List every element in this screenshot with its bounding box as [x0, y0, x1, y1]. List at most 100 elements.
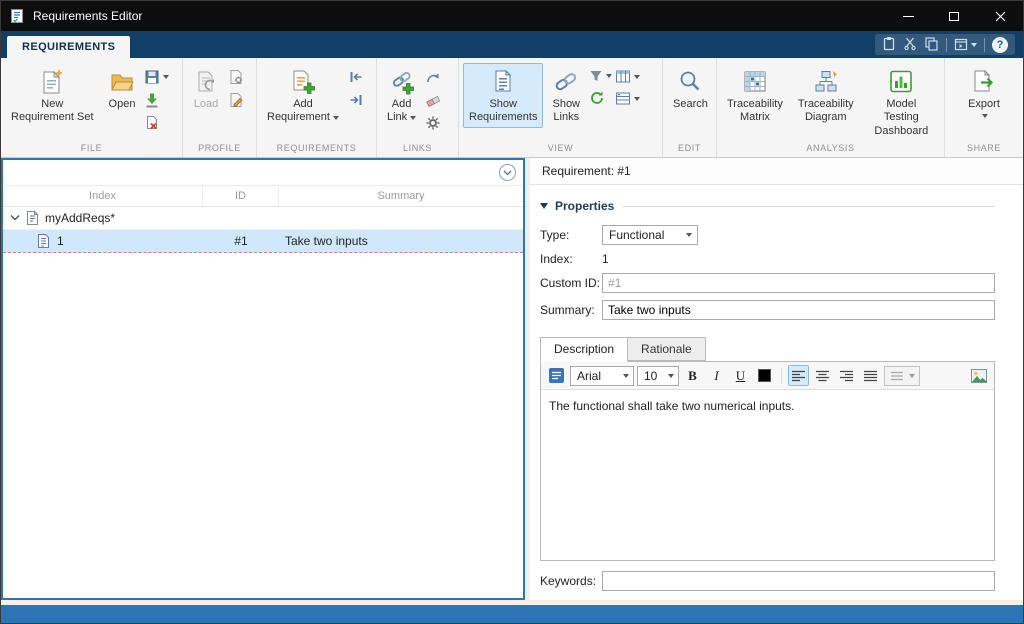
- requirement-summary-value: Take two inputs: [285, 234, 368, 248]
- rich-text-toolbar: Arial 10 B I U: [541, 362, 994, 390]
- requirement-set-name: myAddReqs*: [45, 211, 115, 225]
- profile-section-label: PROFILE: [183, 141, 256, 157]
- font-color-button[interactable]: [754, 365, 775, 386]
- align-right-button[interactable]: [836, 365, 857, 386]
- rich-text-mode-button[interactable]: [546, 365, 567, 386]
- type-dropdown[interactable]: Functional: [602, 225, 698, 245]
- load-profile-button[interactable]: Load: [187, 63, 225, 114]
- chevron-down-icon: [634, 97, 640, 101]
- add-requirement-icon: [290, 68, 316, 95]
- bold-button[interactable]: B: [682, 365, 703, 386]
- links-update-button[interactable]: [425, 69, 441, 85]
- color-swatch-black: [758, 369, 771, 382]
- properties-heading[interactable]: Properties: [540, 199, 995, 213]
- traceability-diagram-button[interactable]: Traceability Diagram: [792, 63, 860, 128]
- font-family-value: Arial: [577, 369, 601, 383]
- tree-row-requirement-selected[interactable]: 1 #1 Take two inputs: [3, 230, 523, 253]
- view-section-label: VIEW: [459, 141, 662, 157]
- add-link-button[interactable]: Add Link: [381, 63, 422, 128]
- filter-button[interactable]: [589, 69, 612, 83]
- add-requirement-button[interactable]: Add Requirement: [261, 63, 345, 128]
- insert-image-button[interactable]: [968, 365, 989, 386]
- font-size-value: 10: [644, 369, 657, 383]
- model-testing-dashboard-button[interactable]: Model Testing Dashboard: [863, 63, 940, 141]
- delete-button[interactable]: [144, 115, 169, 131]
- align-left-button[interactable]: [788, 365, 809, 386]
- tree-expand-chevron-icon[interactable]: [10, 214, 20, 222]
- table-columns-icon: [615, 69, 631, 84]
- font-size-dropdown[interactable]: 10: [637, 366, 679, 386]
- refresh-button[interactable]: [589, 90, 612, 106]
- summary-label: Summary:: [540, 303, 602, 317]
- keywords-input[interactable]: [602, 571, 995, 591]
- import-button[interactable]: [144, 92, 169, 108]
- file-section-content: New Requirement Set Open: [1, 58, 182, 141]
- qa-menu-button[interactable]: [954, 38, 977, 51]
- qa-paste-button[interactable]: [882, 36, 896, 54]
- requirements-section: Add Requirement REQUIREMENTS: [257, 58, 377, 157]
- links-clean-button[interactable]: [425, 92, 441, 108]
- tab-rationale[interactable]: Rationale: [628, 337, 706, 361]
- maximize-button[interactable]: [931, 1, 977, 31]
- font-family-dropdown[interactable]: Arial: [570, 366, 634, 386]
- italic-button[interactable]: I: [706, 365, 727, 386]
- list-style-dropdown[interactable]: [884, 366, 920, 386]
- document-pencil-icon: [228, 92, 244, 108]
- custom-id-input[interactable]: [602, 273, 995, 293]
- view-options-button[interactable]: [615, 91, 640, 106]
- align-left-icon: [792, 370, 805, 382]
- links-small-buttons: [425, 63, 441, 131]
- details-header: Requirement: #1: [530, 158, 1023, 185]
- tab-requirements[interactable]: REQUIREMENTS: [7, 36, 130, 58]
- underline-button[interactable]: U: [730, 365, 751, 386]
- edit-section-content: Search: [663, 58, 716, 141]
- traceability-matrix-button[interactable]: Traceability Matrix: [721, 63, 789, 128]
- collapse-triangle-icon: [540, 203, 548, 209]
- close-button[interactable]: [977, 1, 1023, 31]
- new-requirement-set-button[interactable]: New Requirement Set: [5, 63, 100, 128]
- minimize-button[interactable]: [885, 1, 931, 31]
- copy-icon: [924, 36, 939, 51]
- tree-row-root[interactable]: myAddReqs*: [3, 207, 523, 230]
- requirement-summary-cell: Take two inputs: [279, 234, 523, 248]
- show-links-button[interactable]: Show Links: [546, 63, 586, 128]
- tab-description[interactable]: Description: [540, 337, 628, 362]
- export-button[interactable]: Export: [962, 63, 1006, 121]
- add-link-label: Add Link: [387, 98, 411, 123]
- profile-editor-button[interactable]: [228, 69, 244, 85]
- help-button[interactable]: ?: [992, 37, 1008, 53]
- search-button[interactable]: Search: [667, 63, 714, 114]
- chevron-down-icon: [333, 116, 339, 120]
- export-label: Export: [968, 98, 1000, 110]
- chevron-down-icon: [410, 116, 416, 120]
- requirements-editor-window: Requirements Editor REQUIREMENTS: [0, 0, 1024, 624]
- column-header-index[interactable]: Index: [3, 186, 203, 206]
- qa-copy-button[interactable]: [924, 36, 939, 54]
- column-header-id[interactable]: ID: [203, 186, 279, 206]
- type-value: Functional: [609, 228, 664, 242]
- open-button[interactable]: Open: [103, 63, 142, 114]
- new-document-icon: [39, 68, 65, 95]
- requirement-icon: [36, 233, 51, 249]
- toolbar-separator: [781, 368, 782, 384]
- requirement-set-icon: [25, 210, 40, 226]
- save-button[interactable]: [144, 69, 169, 85]
- collapse-pane-button[interactable]: [499, 164, 516, 181]
- requirements-section-label: REQUIREMENTS: [257, 141, 376, 157]
- profile-edit-button[interactable]: [228, 92, 244, 108]
- demote-requirement-button[interactable]: [348, 92, 364, 108]
- align-justify-button[interactable]: [860, 365, 881, 386]
- align-center-button[interactable]: [812, 365, 833, 386]
- qa-cut-button[interactable]: [903, 36, 917, 54]
- summary-input[interactable]: [602, 300, 995, 320]
- description-text-area[interactable]: The functional shall take two numerical …: [541, 390, 994, 560]
- align-right-icon: [840, 370, 853, 382]
- show-requirements-button[interactable]: Show Requirements: [463, 63, 543, 128]
- promote-requirement-button[interactable]: [348, 69, 364, 85]
- heading-rule: [622, 206, 995, 207]
- links-settings-button[interactable]: [425, 115, 441, 131]
- browser-empty-area[interactable]: [3, 253, 523, 598]
- traceability-diagram-label: Traceability Diagram: [798, 98, 854, 123]
- column-header-summary[interactable]: Summary: [279, 186, 523, 206]
- columns-button[interactable]: [615, 69, 640, 84]
